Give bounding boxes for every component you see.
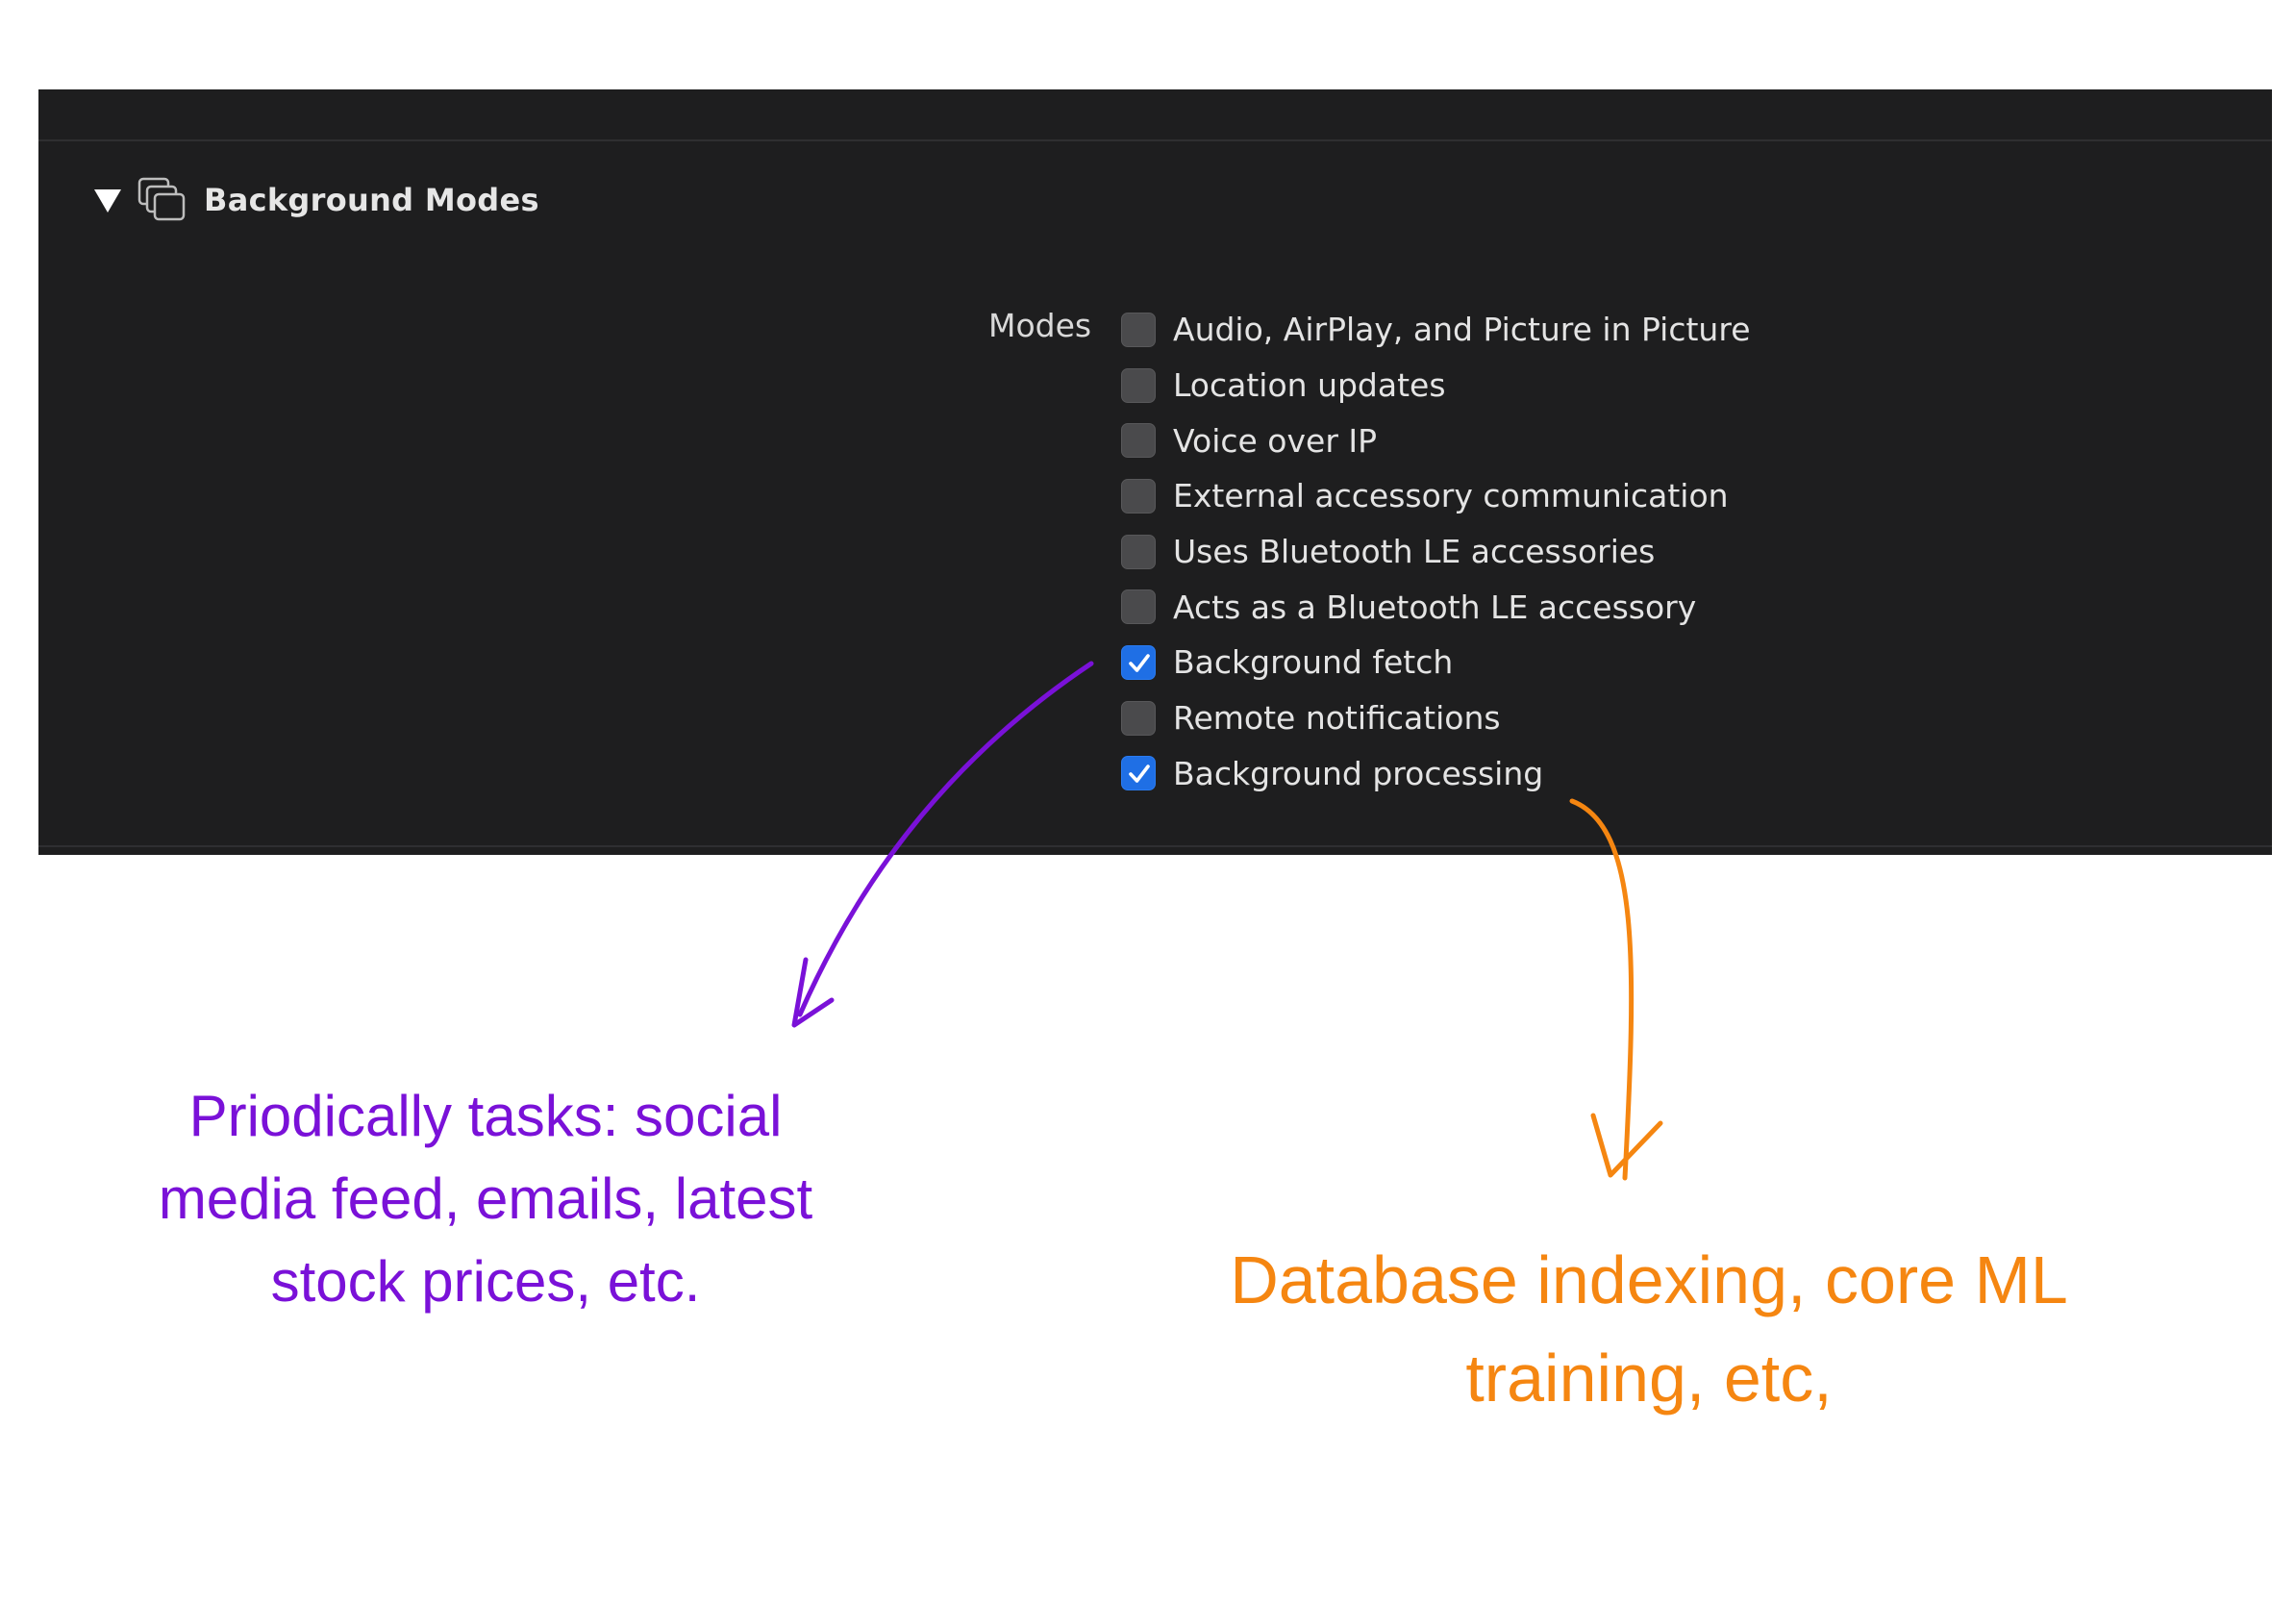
mode-row[interactable]: Location updates [1121, 358, 1751, 414]
mode-label: Acts as a Bluetooth LE accessory [1173, 588, 1697, 626]
mode-label: Background fetch [1173, 643, 1454, 682]
checkbox-unchecked[interactable] [1121, 700, 1156, 736]
mode-label: Voice over IP [1173, 421, 1378, 460]
modes-label: Modes [988, 307, 1092, 344]
mode-label: Uses Bluetooth LE accessories [1173, 533, 1656, 571]
mode-label: Audio, AirPlay, and Picture in Picture [1173, 311, 1751, 349]
processing-note-line-1: Database indexing, core ML [1230, 1242, 2068, 1317]
checkbox-unchecked[interactable] [1121, 589, 1156, 625]
checkbox-unchecked[interactable] [1121, 312, 1156, 347]
mode-label: External accessory communication [1173, 477, 1729, 515]
checkbox-unchecked[interactable] [1121, 478, 1156, 514]
mode-row[interactable]: Audio, AirPlay, and Picture in Picture [1121, 302, 1751, 358]
divider-bottom [38, 845, 2272, 847]
background-processing-note: Database indexing, core ML training, etc… [1159, 1231, 2139, 1427]
mode-label: Remote notifications [1173, 699, 1501, 738]
checkbox-unchecked[interactable] [1121, 534, 1156, 569]
checkmark-icon [1129, 764, 1150, 784]
checkbox-checked[interactable] [1121, 644, 1156, 680]
mode-row[interactable]: Background fetch [1121, 635, 1751, 690]
mode-row[interactable]: Uses Bluetooth LE accessories [1121, 524, 1751, 580]
orange-arrowhead [1590, 1113, 1663, 1178]
divider-top [38, 139, 2272, 141]
fetch-note-line-2: media feed, emails, latest [158, 1166, 813, 1231]
capabilities-panel: Background Modes Modes Audio, AirPlay, a… [38, 89, 2272, 855]
mode-label: Location updates [1173, 366, 1446, 405]
mode-row[interactable]: Background processing [1121, 746, 1751, 802]
checkbox-unchecked[interactable] [1121, 423, 1156, 459]
purple-arrowhead [791, 957, 835, 1028]
orange-arrow [1569, 798, 1635, 1181]
background-fetch-note: Priodically tasks: social media feed, em… [96, 1075, 875, 1323]
fetch-note-line-1: Priodically tasks: social [188, 1084, 783, 1148]
fetch-note-line-3: stock prices, etc. [270, 1249, 701, 1314]
checkmark-icon [1129, 654, 1150, 672]
section-header[interactable]: Background Modes [94, 177, 539, 222]
checkbox-unchecked[interactable] [1121, 367, 1156, 403]
mode-row[interactable]: External accessory communication [1121, 468, 1751, 524]
modes-list: Audio, AirPlay, and Picture in Picture Lo… [1121, 302, 1751, 801]
processing-note-line-2: training, etc, [1465, 1341, 1833, 1416]
mode-row[interactable]: Remote notifications [1121, 690, 1751, 746]
mode-row[interactable]: Voice over IP [1121, 413, 1751, 468]
section-title: Background Modes [204, 182, 539, 218]
checkbox-checked[interactable] [1121, 756, 1156, 791]
layered-windows-icon [137, 177, 186, 221]
mode-label: Background processing [1173, 754, 1544, 792]
disclosure-triangle-icon[interactable] [94, 189, 121, 213]
mode-row[interactable]: Acts as a Bluetooth LE accessory [1121, 579, 1751, 635]
